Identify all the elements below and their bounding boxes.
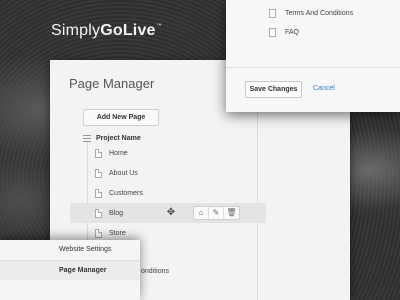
wrench-icon[interactable]: ✎ <box>209 207 224 219</box>
page-label: Terms And Conditions <box>285 9 354 17</box>
row-actions: ⌂ ✎ 🗑 <box>193 206 240 220</box>
divider <box>226 67 400 68</box>
cancel-link[interactable]: Cancel <box>313 85 335 92</box>
brand-name-bold: GoLive <box>100 22 156 39</box>
brand-name-light: Simply <box>51 22 101 39</box>
page-item-customers[interactable]: Customers <box>83 183 253 203</box>
save-dialog: Terms And Conditions FAQ Save Changes Ca… <box>226 0 400 112</box>
page-label: Blog <box>109 209 124 217</box>
page-label: Customers <box>109 189 143 197</box>
page-item-home[interactable]: Home <box>83 143 253 163</box>
page-icon <box>95 208 102 218</box>
column-divider <box>257 100 258 300</box>
settings-menu: Website Settings Page Manager <box>0 240 140 300</box>
add-new-page-button[interactable]: Add New Page <box>83 109 159 126</box>
dialog-page-terms[interactable]: Terms And Conditions <box>269 7 353 19</box>
home-icon[interactable]: ⌂ <box>194 207 209 219</box>
menu-item-page-manager[interactable]: Page Manager <box>0 260 140 280</box>
project-name: Project Name <box>96 134 141 142</box>
page-label: Home <box>109 149 128 157</box>
save-changes-button[interactable]: Save Changes <box>245 81 302 98</box>
page-label: Store <box>109 229 126 237</box>
page-label: About Us <box>109 169 138 177</box>
trademark-mark: ™ <box>156 23 162 29</box>
dialog-page-faq[interactable]: FAQ <box>269 26 299 38</box>
page-item-blog[interactable]: Blog ✥ ⌂ ✎ 🗑 <box>70 203 266 223</box>
page-label: FAQ <box>285 28 300 36</box>
page-icon <box>95 148 102 158</box>
page-icon <box>269 27 276 37</box>
page-icon <box>95 168 102 178</box>
menu-item-website-settings[interactable]: Website Settings <box>0 240 140 260</box>
page-icon <box>269 8 276 18</box>
partial-page-label: onditions <box>141 268 170 275</box>
page-icon <box>95 188 102 198</box>
page-title: Page Manager <box>69 76 155 91</box>
list-icon <box>83 134 91 142</box>
trash-icon[interactable]: 🗑 <box>224 207 239 219</box>
move-arrows-icon[interactable]: ✥ <box>166 208 176 218</box>
page-item-about-us[interactable]: About Us <box>83 163 253 183</box>
page-icon <box>95 228 102 238</box>
brand-logo: SimplyGoLive™ <box>51 22 162 40</box>
